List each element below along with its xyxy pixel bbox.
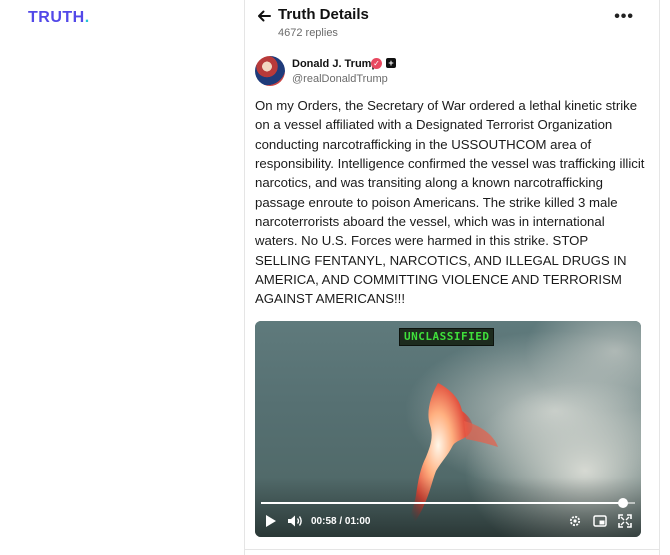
avatar[interactable] [255, 56, 285, 86]
left-column-divider [244, 0, 245, 555]
logo-text: TRUTH [28, 9, 85, 26]
author-handle[interactable]: @realDonaldTrump [292, 73, 388, 85]
post-body: On my Orders, the Secretary of War order… [255, 98, 645, 307]
video-player[interactable]: UNCLASSIFIED 00:58 / 01:00 [255, 321, 641, 537]
right-column-divider [659, 0, 660, 555]
video-progress-bar[interactable] [261, 498, 635, 508]
author-name[interactable]: Donald J. Trump [292, 58, 378, 70]
page-header: Truth Details 4672 replies ••• [256, 6, 646, 42]
video-time: 00:58 / 01:00 [311, 516, 371, 527]
video-progress-handle[interactable] [617, 498, 628, 508]
play-icon[interactable] [265, 514, 277, 528]
logo-dot: . [84, 9, 90, 26]
page-title: Truth Details [278, 6, 369, 23]
plus-badge-icon: + [386, 58, 396, 68]
video-progress-fill [261, 502, 623, 504]
classification-label: UNCLASSIFIED [399, 328, 495, 346]
reply-count: 4672 replies [278, 27, 338, 39]
fullscreen-icon[interactable] [618, 514, 632, 528]
verified-badge-icon: ✓ [371, 58, 382, 69]
truth-logo[interactable]: TRUTH. [28, 9, 90, 27]
back-arrow-icon[interactable] [256, 8, 272, 24]
volume-icon[interactable] [287, 514, 303, 528]
picture-in-picture-icon[interactable] [593, 514, 607, 528]
post-author: Donald J. Trump ✓ + @realDonaldTrump [255, 55, 645, 91]
controls-gradient [255, 477, 641, 537]
more-options-icon[interactable]: ••• [614, 8, 634, 26]
settings-gear-icon[interactable] [568, 514, 582, 528]
post-divider [244, 549, 660, 550]
